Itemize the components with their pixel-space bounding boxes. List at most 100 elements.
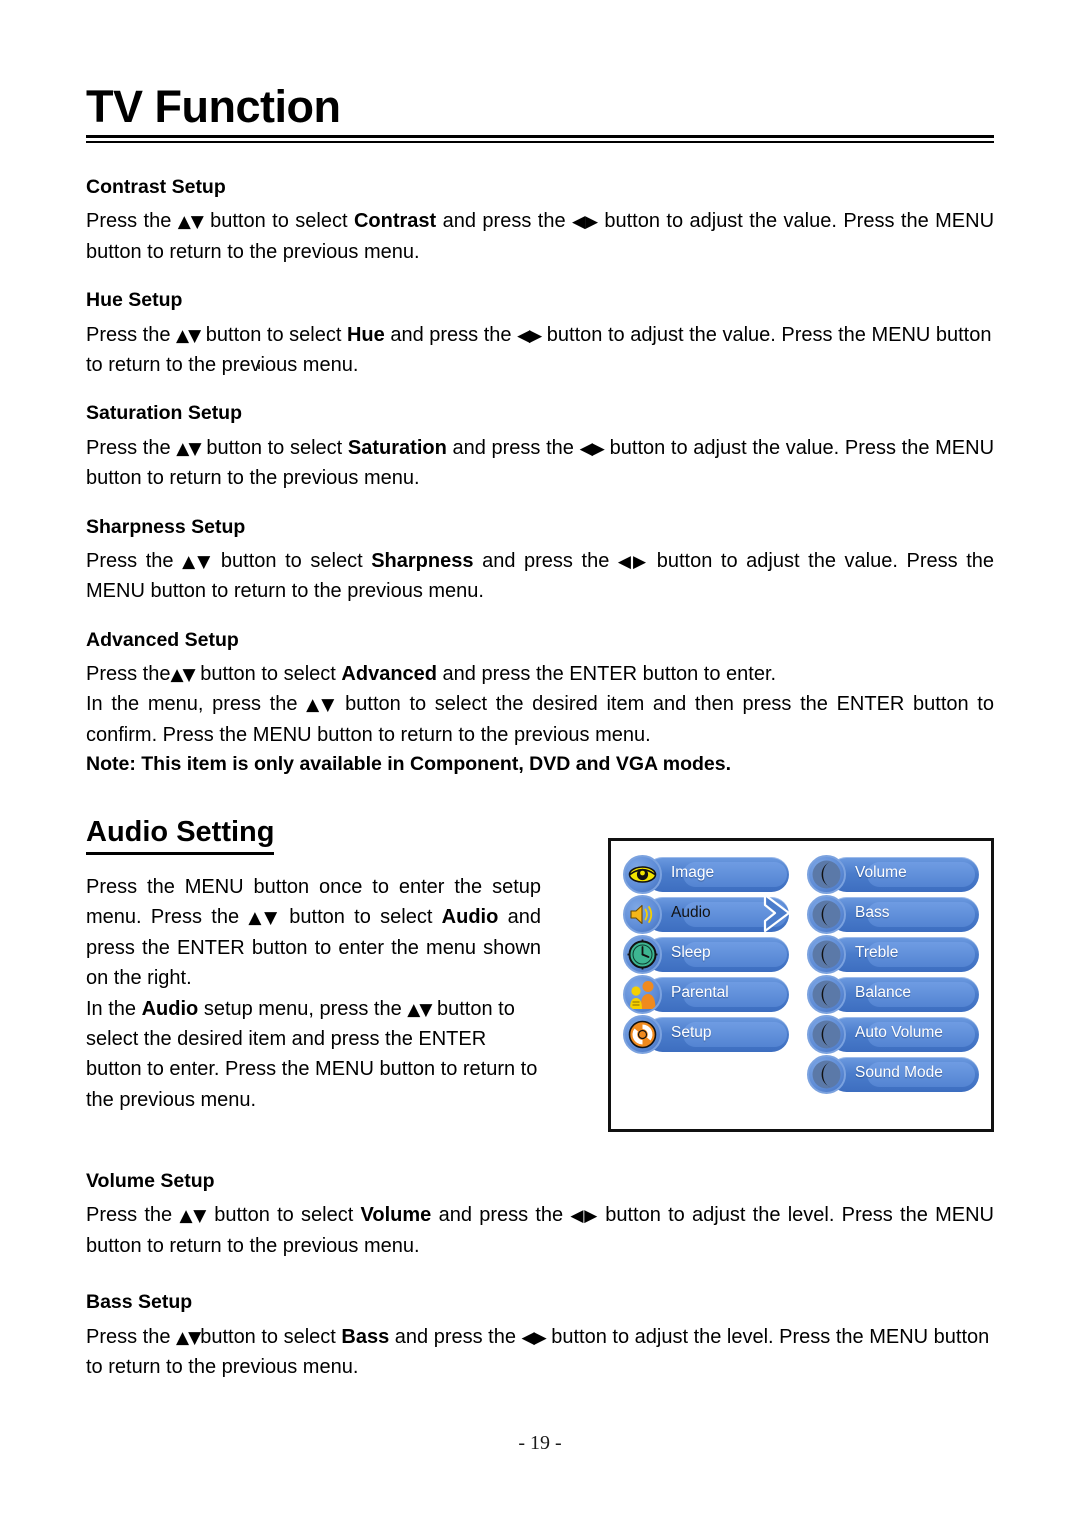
up-down-arrow-icon: ▲▼ — [176, 438, 201, 459]
crescent-icon — [807, 975, 846, 1014]
text-run: Press the — [86, 1204, 180, 1227]
pill-background — [645, 1017, 789, 1052]
section-body: Press the ▲▼button to select Bass and pr… — [86, 1322, 994, 1383]
section-heading: Saturation Setup — [86, 402, 243, 425]
left-right-arrow-icon: ◀▶ — [579, 438, 605, 459]
osd-item-label: Balance — [855, 984, 912, 1001]
osd-item-label: Treble — [855, 944, 899, 961]
section-body: Press the ▲▼ button to select Volume and… — [86, 1200, 994, 1261]
audio-setting-text-column: Press the MENU button once to enter the … — [86, 872, 541, 1115]
title-rule-bottom — [86, 141, 994, 143]
osd-item-label: Image — [671, 864, 715, 881]
up-down-arrow-icon: ▲▼ — [407, 999, 432, 1020]
left-right-arrow-icon: ◀▶ — [617, 551, 649, 572]
osd-item-label: Sound Mode — [855, 1064, 943, 1081]
text-run: and press the — [446, 436, 580, 459]
text-run: Press the — [86, 549, 183, 572]
osd-item-label: Setup — [671, 1024, 712, 1041]
section-advanced-setup: Advanced Setup Press the▲▼ button to sel… — [86, 629, 994, 780]
text-run: In the — [86, 997, 142, 1020]
section-heading: Contrast Setup — [86, 176, 226, 198]
section-body: Press the ▲▼ button to select Sharpness … — [86, 546, 994, 607]
osd-item-label: Sleep — [671, 944, 711, 961]
crescent-icon — [807, 1015, 846, 1054]
section-heading: Hue Setup — [86, 289, 183, 312]
text-run: button to select — [203, 210, 354, 233]
section-hue-setup: Hue Setup Press the ▲▼ button to select … — [86, 289, 994, 380]
osd-item-label: Auto Volume — [855, 1024, 943, 1041]
audio-paragraph-2: In the Audio setup menu, press the ▲▼ bu… — [86, 994, 541, 1116]
osd-item-label-selected: Audio — [671, 904, 711, 921]
audio-setting-heading-wrap: Audio Setting — [86, 816, 275, 855]
lower-sections: Volume Setup Press the ▲▼ button to sele… — [86, 1170, 994, 1404]
audio-paragraph-1: Press the MENU button once to enter the … — [86, 872, 541, 994]
crescent-icon — [807, 935, 846, 974]
osd-item-label: Bass — [855, 904, 890, 921]
left-right-arrow-icon: ◀▶ — [517, 325, 542, 346]
pill-background — [645, 937, 789, 972]
text-run: and press the — [473, 549, 618, 572]
section-bass-setup: Bass Setup Press the ▲▼button to select … — [86, 1291, 994, 1382]
keyword-audio: Audio — [441, 906, 499, 929]
scan-artifact-dot — [258, 364, 260, 369]
keyword-audio: Audio — [141, 997, 199, 1020]
up-down-arrow-icon: ▲▼ — [182, 551, 213, 572]
section-volume-setup: Volume Setup Press the ▲▼ button to sele… — [86, 1170, 994, 1261]
advanced-note: Note: This item is only available in Com… — [86, 753, 732, 776]
text-run: and press the — [389, 1325, 522, 1348]
section-body-line1: Press the▲▼ button to select Advanced an… — [86, 659, 994, 689]
text-run: Press the — [86, 210, 178, 233]
section-heading: Bass Setup — [86, 1291, 193, 1314]
pill-background — [829, 937, 979, 972]
page-title-block: TV Function — [86, 84, 994, 143]
section-body: Press the ▲▼ button to select Saturation… — [86, 433, 994, 494]
osd-menu-figure: Image Audio Sleep Parental Setup Volume … — [608, 838, 994, 1132]
up-down-arrow-icon: ▲▼ — [248, 908, 281, 929]
pill-background — [829, 897, 979, 932]
page-title: TV Function — [86, 81, 341, 132]
upper-sections: Contrast Setup Press the ▲▼ button to se… — [86, 176, 994, 802]
text-run: Press the — [86, 436, 177, 459]
keyword-hue: Hue — [346, 323, 385, 346]
keyword-volume: Volume — [360, 1204, 432, 1227]
text-run: button to select — [212, 549, 372, 572]
text-run: and press the ENTER button to enter. — [437, 663, 777, 686]
text-run: Press the — [86, 323, 177, 346]
document-page: TV Function Contrast Setup Press the ▲▼ … — [0, 0, 1080, 1524]
section-body-line2: In the menu, press the ▲▼ button to sele… — [86, 689, 994, 750]
section-body: Press the ▲▼ button to select Hue and pr… — [86, 320, 994, 381]
osd-item-label: Parental — [671, 984, 729, 1001]
speaker-icon — [623, 895, 662, 934]
text-run: and press the — [384, 323, 518, 346]
up-down-arrow-icon: ▲▼ — [170, 665, 195, 686]
up-down-arrow-icon: ▲▼ — [177, 212, 205, 233]
text-run: setup menu, press the — [198, 997, 408, 1020]
crescent-icon — [807, 1055, 846, 1094]
chevron-right-icon — [759, 889, 805, 937]
keyword-advanced: Advanced — [341, 663, 437, 686]
left-right-arrow-icon: ◀▶ — [521, 1327, 547, 1348]
text-run: button to select — [206, 1204, 361, 1227]
text-run: and press the — [431, 1204, 571, 1227]
section-heading: Volume Setup — [86, 1170, 215, 1192]
parental-icon — [623, 975, 662, 1014]
eye-icon — [623, 855, 662, 894]
refresh-gear-icon — [623, 1015, 662, 1054]
section-heading: Advanced Setup — [86, 628, 239, 651]
audio-setting-heading: Audio Setting — [86, 816, 275, 855]
text-run: Press the — [86, 663, 171, 686]
page-number: - 19 - — [518, 1432, 562, 1454]
text-run: Press the — [86, 1325, 177, 1348]
text-run: In the menu, press the — [86, 693, 307, 716]
osd-menu-inner: Image Audio Sleep Parental Setup Volume … — [611, 841, 991, 1129]
keyword-saturation: Saturation — [347, 436, 447, 459]
section-heading: Sharpness Setup — [86, 515, 246, 538]
text-run: and press the — [436, 210, 573, 233]
text-run: button to select — [279, 906, 442, 929]
left-right-arrow-icon: ◀▶ — [572, 212, 599, 233]
section-saturation-setup: Saturation Setup Press the ▲▼ button to … — [86, 402, 994, 493]
keyword-contrast: Contrast — [353, 210, 437, 233]
up-down-arrow-icon: ▲▼ — [306, 695, 337, 716]
up-down-arrow-icon: ▲▼ — [176, 325, 201, 346]
clock-icon — [623, 935, 662, 974]
